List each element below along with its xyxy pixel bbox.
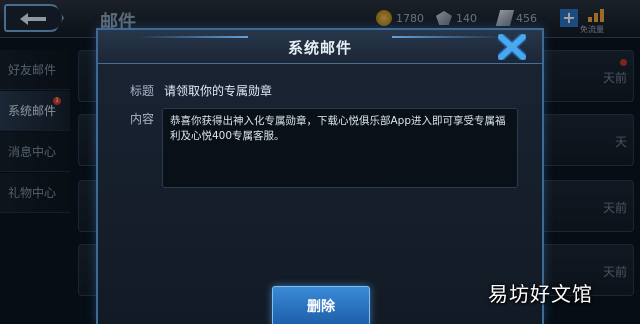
watermark: 易坊好文馆: [488, 282, 593, 306]
dialog-header: 系统邮件: [98, 30, 542, 64]
content-box: 恭喜你获得出神入化专属勋章，下载心悦俱乐部App进入即可享受专属福利及心悦400…: [162, 108, 518, 188]
subject-value: 请领取你的专属勋章: [164, 84, 273, 98]
dialog-title: 系统邮件: [287, 39, 352, 57]
close-icon: [498, 34, 526, 60]
subject-label: 标题: [130, 84, 155, 98]
content-label: 内容: [130, 112, 155, 126]
close-button[interactable]: [494, 32, 530, 62]
delete-button[interactable]: 删除: [272, 286, 370, 324]
system-mail-dialog: 系统邮件 标题 请领取你的专属勋章 内容 恭喜你获得出神入化专属勋章，下载心悦俱…: [96, 28, 544, 324]
content-text: 恭喜你获得出神入化专属勋章，下载心悦俱乐部App进入即可享受专属福利及心悦400…: [170, 115, 506, 142]
